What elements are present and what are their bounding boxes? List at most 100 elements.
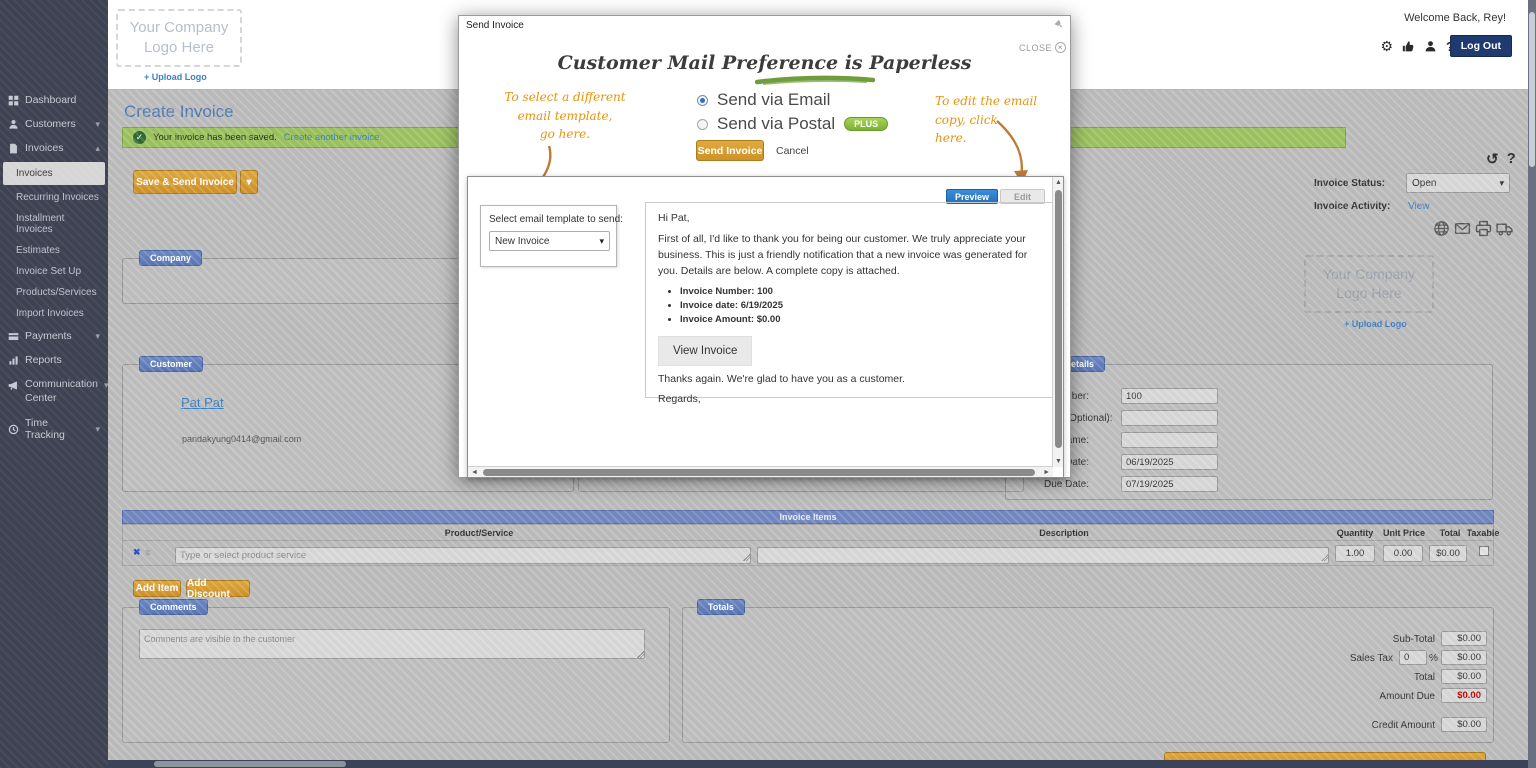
resize-grip-icon[interactable] <box>743 554 750 561</box>
delete-row-icon[interactable]: ✖ <box>133 547 141 558</box>
truck-icon[interactable] <box>1496 220 1513 237</box>
sidebar-item-communication-center[interactable]: Communication Center ▾ <box>0 372 108 411</box>
unit-price-input[interactable] <box>1383 545 1423 562</box>
globe-icon[interactable] <box>1433 220 1450 237</box>
sidebar-item-dashboard[interactable]: Dashboard <box>0 88 108 112</box>
total-input[interactable] <box>1429 545 1467 562</box>
panel-horizontal-scrollbar[interactable]: ◄ ► <box>468 466 1053 477</box>
scroll-up-icon[interactable]: ▲ <box>1055 179 1062 186</box>
sidebar-item-invoices[interactable]: Invoices ▴ <box>0 136 108 160</box>
sidebar-item-time-tracking[interactable]: Time Tracking ▾ <box>0 411 108 447</box>
thumbs-up-icon[interactable] <box>1402 40 1415 53</box>
invoice-activity-view-link[interactable]: View <box>1408 201 1430 212</box>
invoice-status-select[interactable]: Open ▾ <box>1406 173 1510 193</box>
logout-button[interactable]: Log Out <box>1450 35 1512 57</box>
gear-icon[interactable]: ⚙ <box>1380 38 1393 55</box>
sidebar-subitem-invoices[interactable]: Invoices <box>3 162 105 185</box>
add-item-button[interactable]: Add Item <box>133 580 181 597</box>
template-select[interactable]: New Invoice ▾ <box>489 231 610 251</box>
pin-icon[interactable] <box>1053 19 1065 31</box>
customer-name-link[interactable]: Pat Pat <box>181 395 224 410</box>
total-value: $0.00 <box>1441 669 1487 684</box>
date-input[interactable] <box>1121 454 1218 470</box>
invoice-status-value: Open <box>1412 178 1436 189</box>
view-invoice-button[interactable]: View Invoice <box>658 336 752 366</box>
document-icon <box>8 143 19 154</box>
comments-textarea[interactable] <box>139 629 645 659</box>
due-date-input[interactable] <box>1121 476 1218 492</box>
sidebar-item-label: Invoices <box>25 142 64 154</box>
email-icon[interactable] <box>1454 220 1471 237</box>
description-input[interactable] <box>757 547 1329 564</box>
upload-logo-link[interactable]: + Upload Logo <box>144 72 207 82</box>
chevron-down-icon: ▾ <box>95 331 100 342</box>
resize-grip-icon[interactable] <box>1321 554 1328 561</box>
page-vertical-scrollbar[interactable] <box>1528 0 1536 768</box>
scrollbar-thumb[interactable] <box>1529 12 1535 167</box>
name-input[interactable] <box>1121 432 1218 448</box>
sidebar-item-payments[interactable]: Payments ▾ <box>0 324 108 348</box>
scroll-right-icon[interactable]: ► <box>1043 469 1050 476</box>
sidebar: Dashboard Customers ▾ Invoices ▴ Invoice… <box>0 0 108 768</box>
company-tag: Company <box>139 250 202 266</box>
bullet-label: Invoice Number: <box>680 286 754 297</box>
sidebar-item-customers[interactable]: Customers ▾ <box>0 112 108 136</box>
email-bullet: Invoice Amount: $0.00 <box>680 314 1041 325</box>
total-label: Total <box>1203 672 1435 683</box>
sidebar-item-label: Reports <box>25 354 62 366</box>
add-discount-button[interactable]: Add Discount <box>186 580 250 597</box>
product-service-input[interactable] <box>175 547 751 564</box>
printer-icon[interactable] <box>1475 220 1492 237</box>
person-icon <box>8 119 19 130</box>
modal-title: Customer Mail Preference is Paperless <box>459 52 1070 74</box>
email-bullet: Invoice Number: 100 <box>680 286 1041 297</box>
quantity-input[interactable] <box>1335 545 1375 562</box>
save-send-invoice-button[interactable]: Save & Send Invoice <box>133 170 237 194</box>
sidebar-subitem-invoice-set-up[interactable]: Invoice Set Up <box>0 261 108 282</box>
sidebar-item-label: Payments <box>25 330 72 342</box>
scrollbar-thumb[interactable] <box>1055 190 1062 448</box>
invoice-logo-placeholder[interactable]: Your Company Logo Here <box>1304 255 1434 313</box>
modal-send-invoice-button[interactable]: Send Invoice <box>696 140 764 161</box>
sidebar-subitem-estimates[interactable]: Estimates <box>0 240 108 261</box>
scrollbar-thumb[interactable] <box>483 469 1035 476</box>
radio-unselected-icon[interactable] <box>697 119 708 130</box>
modal-cancel-link[interactable]: Cancel <box>776 145 809 157</box>
bullet-value: 100 <box>757 286 773 297</box>
email-preview-panel: Preview Edit Select email template to se… <box>467 176 1064 478</box>
scrollbar-thumb[interactable] <box>154 761 346 767</box>
invoice-details-section: Invoice Details Invoice Number: P.O. Num… <box>1005 364 1493 500</box>
person-icon[interactable] <box>1424 40 1437 53</box>
help-icon[interactable]: ? <box>1507 150 1516 168</box>
create-another-invoice-link[interactable]: Create another invoice. <box>284 132 382 143</box>
invoice-number-input[interactable] <box>1121 388 1218 404</box>
sales-tax-input[interactable] <box>1399 650 1427 665</box>
customer-tag: Customer <box>139 356 203 372</box>
sidebar-subitem-import-invoices[interactable]: Import Invoices <box>0 303 108 324</box>
company-logo-placeholder[interactable]: Your Company Logo Here <box>116 9 242 67</box>
upload-logo-link[interactable]: + Upload Logo <box>1344 319 1407 329</box>
sidebar-subitem-installment-invoices[interactable]: Installment Invoices <box>0 208 108 240</box>
radio-selected-icon[interactable] <box>697 95 708 106</box>
scroll-down-icon[interactable]: ▼ <box>1055 458 1062 465</box>
history-icon[interactable]: ↺ <box>1486 150 1499 168</box>
taxable-checkbox[interactable] <box>1479 546 1489 556</box>
sidebar-subitem-products-services[interactable]: Products/Services <box>0 282 108 303</box>
amount-due-label: Amount Due <box>1203 691 1435 702</box>
send-via-email-option[interactable]: Send via Email <box>697 90 888 110</box>
scroll-left-icon[interactable]: ◄ <box>471 469 478 476</box>
drag-handle-icon[interactable]: ⇅ <box>145 549 151 557</box>
page-horizontal-scrollbar[interactable] <box>108 760 1528 768</box>
chevron-down-icon: ▾ <box>246 177 251 188</box>
sidebar-item-reports[interactable]: Reports <box>0 348 108 372</box>
check-circle-icon: ✓ <box>133 131 146 144</box>
annotation-line: To edit the email <box>935 92 1055 111</box>
save-send-dropdown-toggle[interactable]: ▾ <box>240 170 258 194</box>
panel-vertical-scrollbar[interactable]: ▲ ▼ <box>1052 177 1063 467</box>
bullet-value: 6/19/2025 <box>741 300 783 311</box>
send-via-postal-option[interactable]: Send via Postal PLUS <box>697 114 888 134</box>
po-number-input[interactable] <box>1121 410 1218 426</box>
resize-grip-icon[interactable] <box>637 651 644 658</box>
sidebar-subitem-recurring-invoices[interactable]: Recurring Invoices <box>0 187 108 208</box>
send-invoice-modal: Send Invoice CLOSE × Customer Mail Prefe… <box>458 15 1071 478</box>
